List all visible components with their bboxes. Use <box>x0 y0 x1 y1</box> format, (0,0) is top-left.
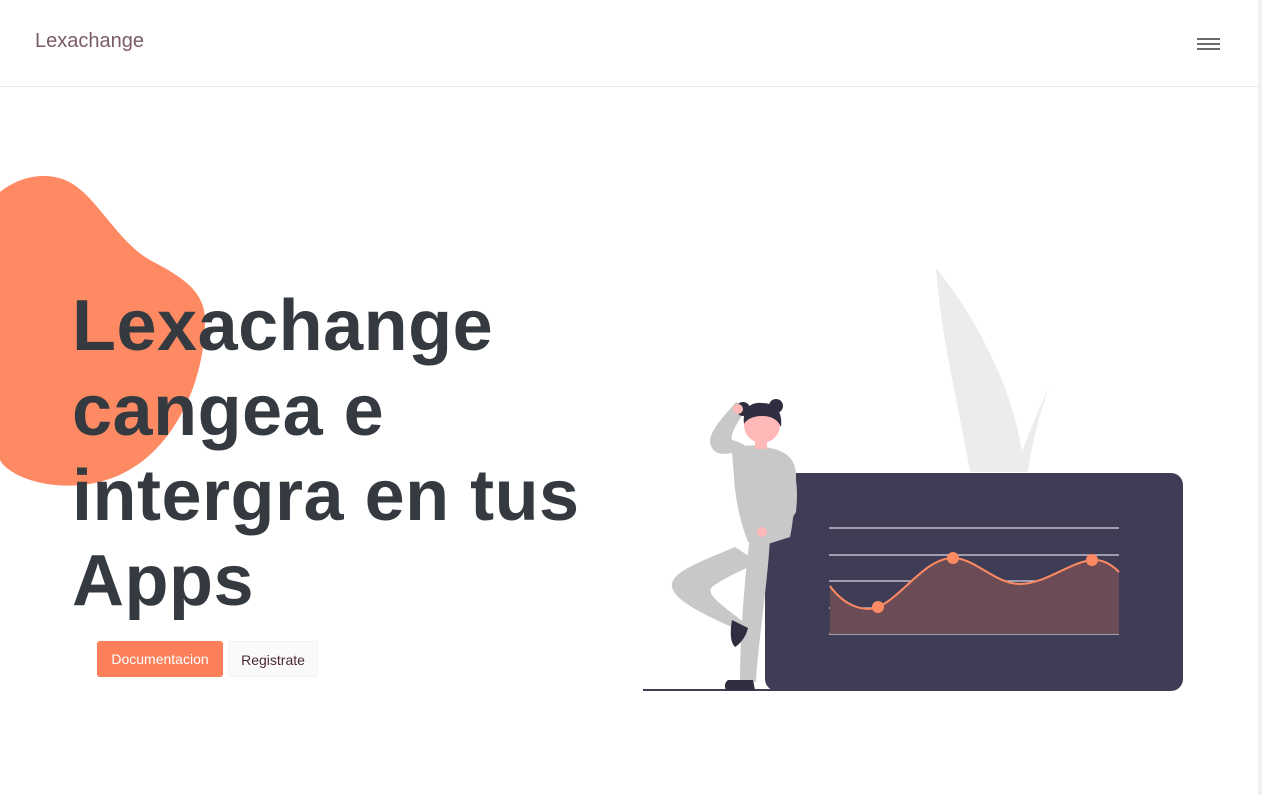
landing-page: Lexachange Lexachange cangea e intergra … <box>0 0 1262 795</box>
documentation-button[interactable]: Documentacion <box>97 641 223 677</box>
woman-leaning-on-chart-illustration <box>643 268 1183 691</box>
register-button[interactable]: Registrate <box>228 641 318 677</box>
leaf-shape <box>936 268 1024 472</box>
chart-point <box>872 601 884 613</box>
scrollbar[interactable] <box>1258 0 1262 795</box>
hero-title: Lexachange cangea e intergra en tus Apps <box>72 286 580 621</box>
chart-point <box>947 552 959 564</box>
hamburger-menu-icon[interactable] <box>1192 34 1224 54</box>
navbar: Lexachange <box>0 0 1258 87</box>
chart-point <box>1086 554 1098 566</box>
leaf-shape <box>1015 384 1050 472</box>
brand-link[interactable]: Lexachange <box>35 30 144 53</box>
